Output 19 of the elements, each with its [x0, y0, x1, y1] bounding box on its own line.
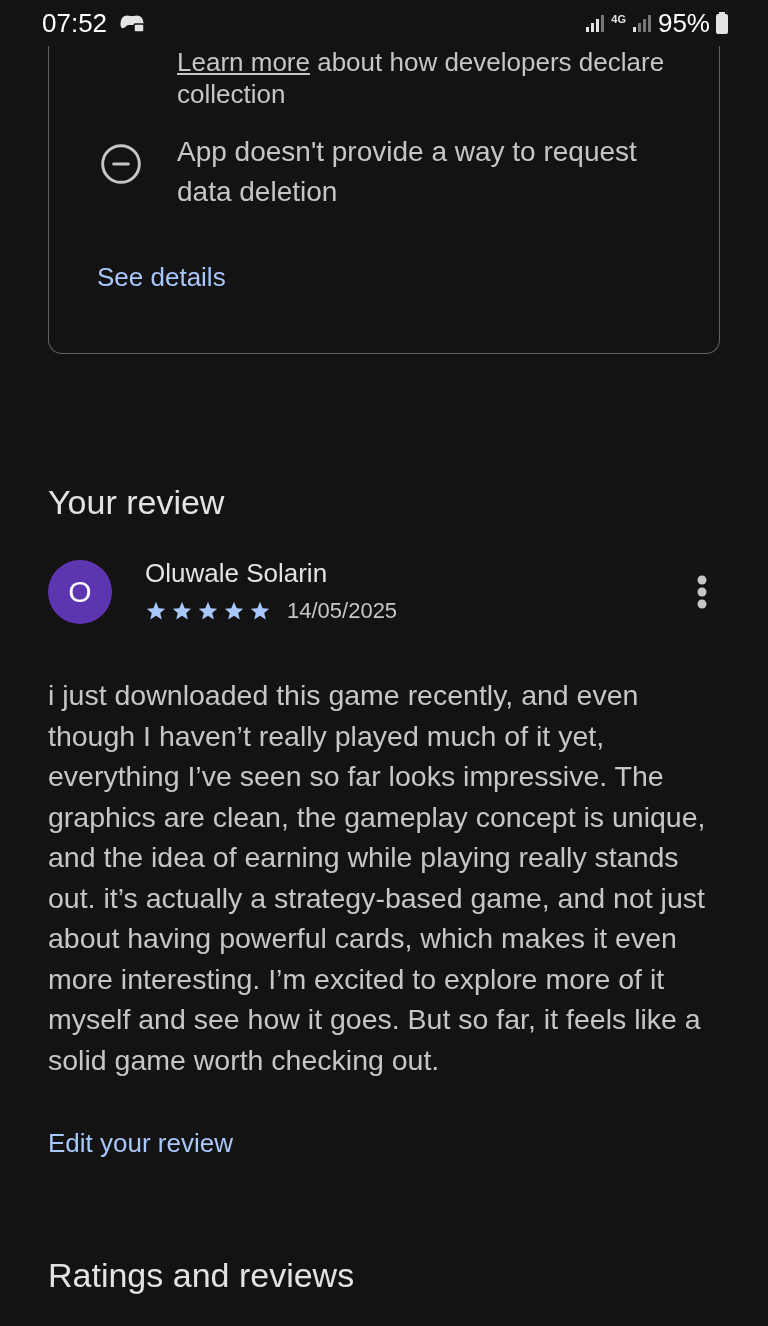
edit-review-link[interactable]: Edit your review	[48, 1124, 233, 1163]
see-details-link[interactable]: See details	[97, 258, 226, 297]
signal-icon	[631, 13, 652, 33]
clock-time: 07:52	[42, 6, 108, 40]
battery-icon	[716, 12, 728, 34]
network-type: 4G	[611, 13, 626, 25]
deletion-note: App doesn't provide a way to request data deletion	[177, 135, 638, 209]
battery-percent: 95%	[657, 6, 710, 40]
signal-icon	[585, 13, 606, 33]
section-heading: Your review	[48, 482, 226, 523]
section-heading: Ratings and reviews	[48, 1255, 356, 1296]
review-text: i just downloaded this game recently, and even though I haven’t really played much of it yet, everything I’ve seen so far looks impressive. The graphics are clean, the gameplay concept is unique, and the idea of earning while playing really stands out. it’s actually a strategy-based game, and not just about having powerful cards, which makes it even more interesting. I’m excited to explore more of it myself and see how it goes. But so far, it feels like a solid game worth checking out.	[48, 678, 707, 1078]
minus-circle-icon	[99, 142, 143, 186]
more-options-icon	[697, 574, 707, 609]
learn-more-link[interactable]: Learn more	[177, 47, 310, 77]
review-date: 14/05/2025	[287, 597, 398, 625]
learn-more-text: Learn more about how developers declare collection	[177, 46, 666, 110]
author-name: Oluwale Solarin	[145, 557, 329, 590]
avatar: O	[48, 559, 112, 624]
